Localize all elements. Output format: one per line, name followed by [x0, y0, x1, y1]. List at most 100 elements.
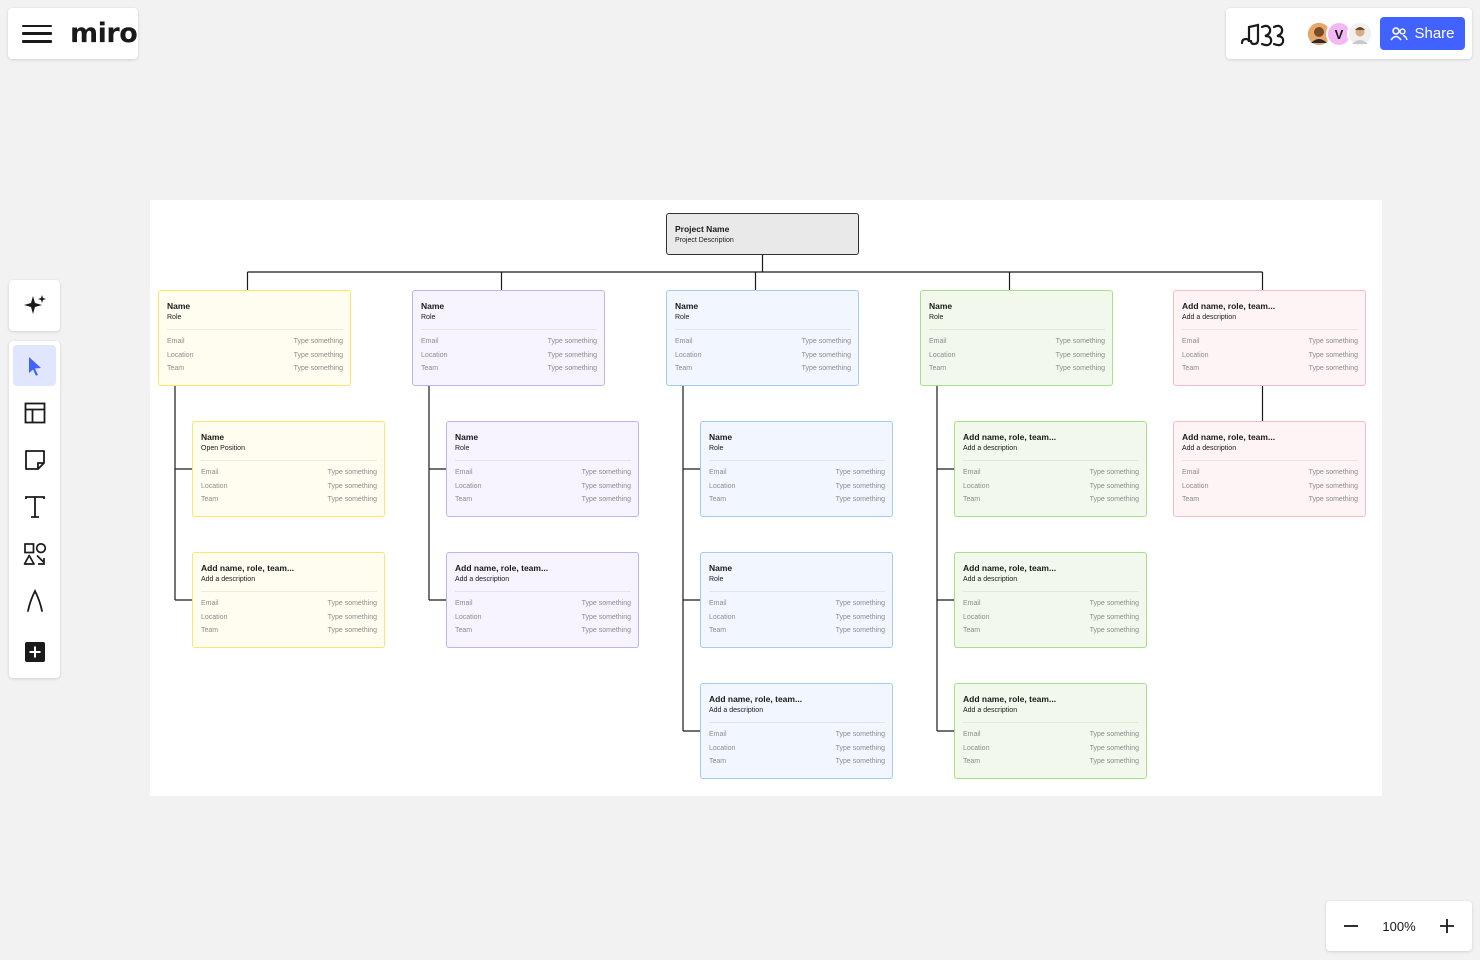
templates-tool[interactable]: [13, 392, 56, 433]
field-value[interactable]: Type something: [802, 335, 851, 349]
text-tool[interactable]: [13, 486, 56, 527]
zoom-level[interactable]: 100%: [1376, 919, 1422, 934]
field-value[interactable]: Type something: [1090, 755, 1139, 769]
pen-tool[interactable]: [13, 580, 56, 621]
field-value[interactable]: Type something: [1090, 597, 1139, 611]
field-value[interactable]: Type something: [1090, 624, 1139, 638]
field-value[interactable]: Type something: [836, 480, 885, 494]
field-value[interactable]: Type something: [836, 728, 885, 742]
card-divider: [455, 460, 631, 461]
card-field-row: Team Type something: [1182, 362, 1358, 376]
manager-card[interactable]: Name Role Email Type something Location Type …: [920, 290, 1113, 386]
sticky-note-tool[interactable]: [13, 439, 56, 480]
member-card[interactable]: Add name, role, team... Add a description…: [954, 552, 1147, 648]
field-value[interactable]: Type something: [802, 349, 851, 363]
field-value[interactable]: Type something: [836, 597, 885, 611]
field-value[interactable]: Type something: [1309, 480, 1358, 494]
field-value[interactable]: Type something: [1090, 728, 1139, 742]
field-value[interactable]: Type something: [582, 624, 631, 638]
field-label: Location: [167, 351, 194, 359]
zoom-out-button[interactable]: [1326, 901, 1376, 951]
manager-card[interactable]: Name Role Email Type something Location Type …: [666, 290, 859, 386]
field-value[interactable]: Type something: [1090, 493, 1139, 507]
field-value[interactable]: Type something: [1056, 349, 1105, 363]
member-card[interactable]: Add name, role, team... Add a description…: [954, 683, 1147, 779]
field-value[interactable]: Type something: [836, 624, 885, 638]
field-value[interactable]: Type something: [582, 493, 631, 507]
field-value[interactable]: Type something: [582, 597, 631, 611]
field-value[interactable]: Type something: [582, 480, 631, 494]
card-field-row: Team Type something: [201, 624, 377, 638]
card-field-row: Location Type something: [963, 480, 1139, 494]
field-value[interactable]: Type something: [328, 611, 377, 625]
field-label: Team: [1182, 365, 1200, 372]
field-value[interactable]: Type something: [836, 755, 885, 769]
manager-card[interactable]: Name Role Email Type something Location Type …: [158, 290, 351, 386]
field-value[interactable]: Type something: [836, 611, 885, 625]
menu-icon[interactable]: [22, 22, 52, 46]
field-value[interactable]: Type something: [836, 742, 885, 756]
share-button[interactable]: Share: [1380, 17, 1465, 50]
manager-card[interactable]: Name Role Email Type something Location Type …: [412, 290, 605, 386]
card-field-row: Location Type something: [963, 611, 1139, 625]
field-value[interactable]: Type something: [328, 466, 377, 480]
field-value[interactable]: Type something: [1090, 466, 1139, 480]
field-value[interactable]: Type something: [1309, 493, 1358, 507]
field-value[interactable]: Type something: [1090, 480, 1139, 494]
field-value[interactable]: Type something: [328, 597, 377, 611]
root-name: Project Name: [675, 224, 730, 234]
field-value[interactable]: Type something: [1056, 362, 1105, 376]
avatar[interactable]: [1347, 21, 1373, 47]
member-card[interactable]: Add name, role, team... Add a description…: [1173, 421, 1366, 517]
field-value[interactable]: Type something: [294, 362, 343, 376]
card-role: Add a description: [709, 707, 764, 714]
field-value[interactable]: Type something: [836, 493, 885, 507]
field-value[interactable]: Type something: [294, 349, 343, 363]
field-value[interactable]: Type something: [328, 480, 377, 494]
field-value[interactable]: Type something: [582, 611, 631, 625]
cursor-icon: [28, 356, 41, 376]
field-value[interactable]: Type something: [1056, 335, 1105, 349]
field-label: Location: [963, 744, 990, 752]
field-value[interactable]: Type something: [1309, 349, 1358, 363]
member-card[interactable]: Name Open Position Email Type something Loca…: [192, 421, 385, 517]
root-card[interactable]: Project Name Project Description: [666, 213, 859, 255]
more-tools-button[interactable]: [13, 631, 56, 672]
field-value[interactable]: Type something: [328, 493, 377, 507]
field-value[interactable]: Type something: [548, 335, 597, 349]
card-name: Name: [167, 301, 191, 311]
member-card[interactable]: Name Role Email Type something Location Type …: [700, 421, 893, 517]
select-tool[interactable]: [13, 345, 56, 386]
reactions-icon[interactable]: [1238, 19, 1286, 49]
field-value[interactable]: Type something: [802, 362, 851, 376]
field-value[interactable]: Type something: [1090, 611, 1139, 625]
member-card[interactable]: Add name, role, team... Add a description…: [446, 552, 639, 648]
member-card[interactable]: Name Role Email Type something Location Type …: [446, 421, 639, 517]
field-label: Location: [709, 744, 736, 752]
field-value[interactable]: Type something: [294, 335, 343, 349]
zoom-in-button[interactable]: [1422, 901, 1472, 951]
manager-card[interactable]: Add name, role, team... Add a description…: [1173, 290, 1366, 386]
field-label: Email: [201, 600, 219, 607]
member-card[interactable]: Name Role Email Type something Location Type …: [700, 552, 893, 648]
card-field-row: Location Type something: [709, 611, 885, 625]
field-value[interactable]: Type something: [548, 362, 597, 376]
field-value[interactable]: Type something: [836, 466, 885, 480]
field-value[interactable]: Type something: [1309, 335, 1358, 349]
shapes-tool[interactable]: [13, 533, 56, 574]
field-label: Team: [929, 365, 947, 372]
field-value[interactable]: Type something: [1090, 742, 1139, 756]
card-field-row: Email Type something: [1182, 466, 1358, 480]
field-value[interactable]: Type something: [1309, 466, 1358, 480]
field-value[interactable]: Type something: [328, 624, 377, 638]
card-field-row: Team Type something: [455, 493, 631, 507]
ai-assist-button[interactable]: [9, 280, 60, 331]
member-card[interactable]: Add name, role, team... Add a description…: [192, 552, 385, 648]
member-card[interactable]: Add name, role, team... Add a description…: [954, 421, 1147, 517]
org-chart-frame[interactable]: Project Name Project Description Name Rol…: [150, 200, 1382, 796]
field-value[interactable]: Type something: [1309, 362, 1358, 376]
field-value[interactable]: Type something: [548, 349, 597, 363]
field-value[interactable]: Type something: [582, 466, 631, 480]
member-card[interactable]: Add name, role, team... Add a description…: [700, 683, 893, 779]
card-role: Role: [167, 314, 182, 321]
